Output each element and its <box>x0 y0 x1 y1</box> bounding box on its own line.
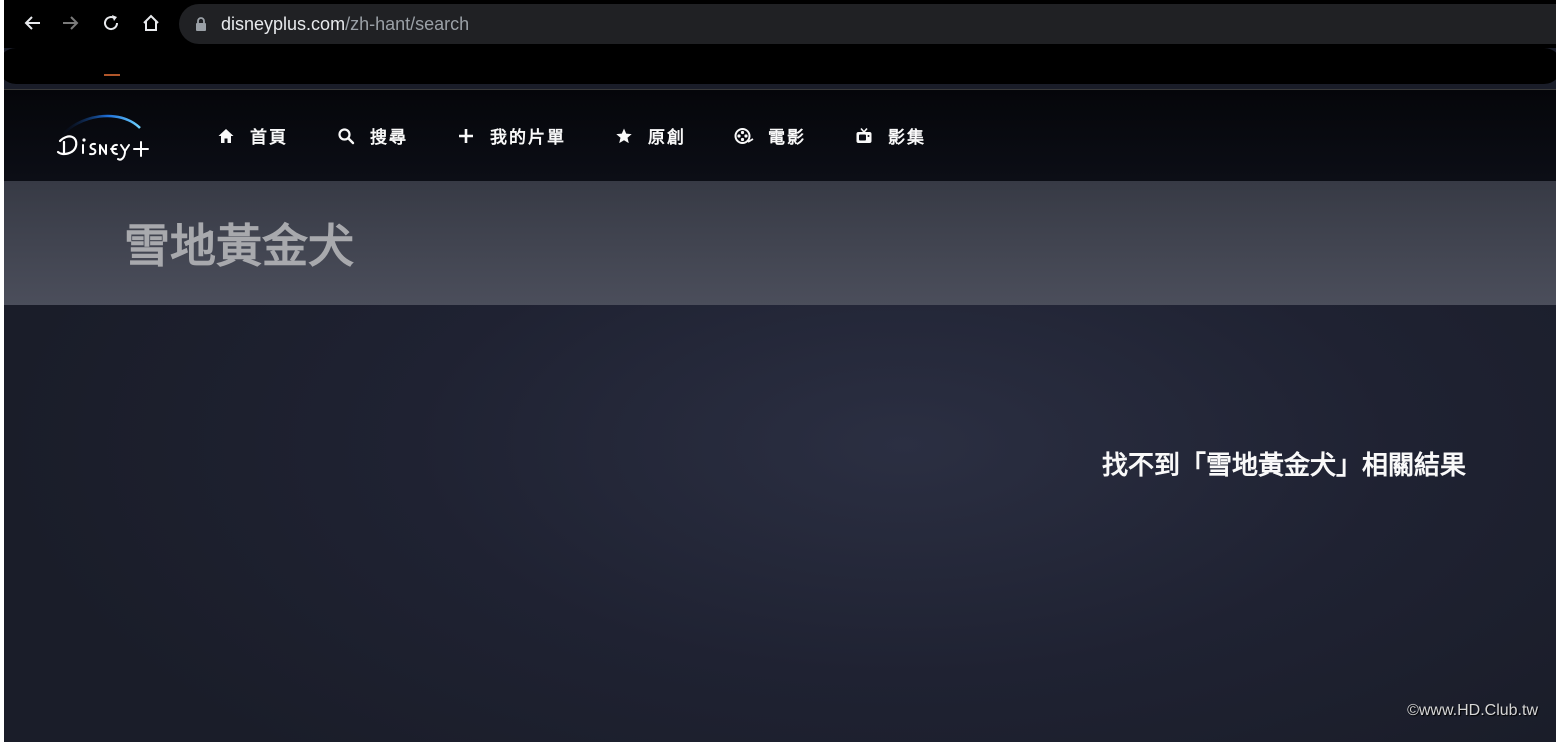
nav-item-label: 搜尋 <box>370 128 408 148</box>
search-banner <box>4 181 1556 305</box>
nav-item-label: 影集 <box>888 128 926 148</box>
bookmarks-bar <box>4 48 1556 84</box>
browser-toolbar: disneyplus.com/zh-hant/search <box>4 0 1556 48</box>
site-header: 首頁 搜尋 我的片單 原創 電影 影集 <box>4 90 1556 181</box>
nav-item-watchlist[interactable]: 我的片單 <box>456 123 566 148</box>
nav-item-home[interactable]: 首頁 <box>216 123 288 148</box>
disney-plus-logo[interactable] <box>48 108 158 168</box>
no-results-message: 找不到「雪地黃金犬」相關結果 <box>1101 451 1466 481</box>
main-nav: 首頁 搜尋 我的片單 原創 電影 影集 <box>216 90 974 181</box>
search-results-area: 找不到「雪地黃金犬」相關結果 ©www.HD.Club.tw <box>4 305 1556 742</box>
url-domain: disneyplus.com <box>221 14 346 34</box>
film-reel-icon <box>734 126 754 146</box>
disney-plus-logo-icon <box>56 114 149 161</box>
nav-item-movies[interactable]: 電影 <box>734 123 806 148</box>
back-arrow-icon <box>24 16 40 30</box>
app-frame: disneyplus.com/zh-hant/search 首頁 搜尋 我的片單… <box>4 0 1556 742</box>
nav-item-series[interactable]: 影集 <box>854 123 926 148</box>
star-icon <box>614 126 634 146</box>
reload-icon <box>104 15 119 31</box>
search-icon <box>336 126 356 146</box>
nav-item-label: 我的片單 <box>490 128 566 148</box>
url-path: /zh-hant/search <box>345 14 470 34</box>
forward-arrow-icon <box>63 16 79 30</box>
tv-icon <box>854 126 874 146</box>
home-button[interactable] <box>138 10 164 36</box>
nav-item-search[interactable]: 搜尋 <box>336 123 408 148</box>
nav-item-originals[interactable]: 原創 <box>614 123 686 148</box>
bookmark-accent <box>104 74 120 76</box>
nav-item-label: 電影 <box>768 128 806 148</box>
lock-icon <box>196 17 206 31</box>
search-input[interactable] <box>124 211 1424 275</box>
plus-icon <box>456 126 476 146</box>
url-text: disneyplus.com/zh-hant/search <box>221 14 469 34</box>
address-bar[interactable]: disneyplus.com/zh-hant/search <box>179 4 1556 44</box>
nav-item-label: 首頁 <box>250 128 288 148</box>
back-button[interactable] <box>20 10 46 36</box>
watermark: ©www.HD.Club.tw <box>1407 702 1538 719</box>
nav-item-label: 原創 <box>648 128 686 148</box>
forward-button[interactable] <box>57 10 83 36</box>
browser-home-icon <box>143 14 159 31</box>
reload-button[interactable] <box>98 10 124 36</box>
home-icon <box>216 126 236 146</box>
